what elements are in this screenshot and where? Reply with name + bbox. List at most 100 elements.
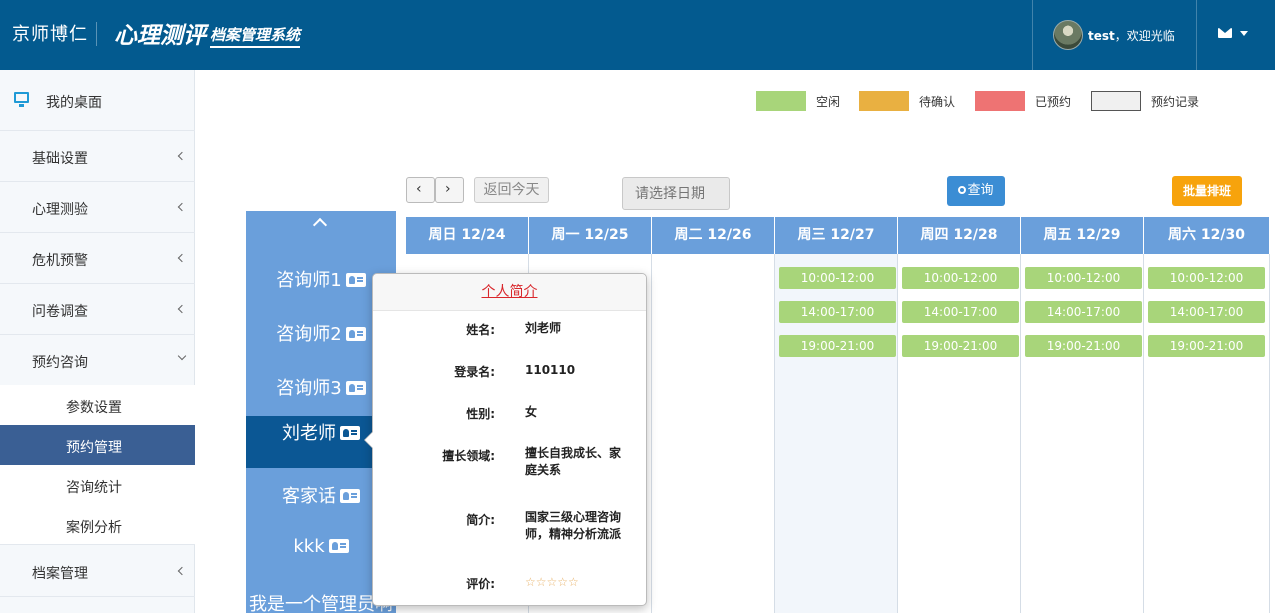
sidebar-subitem-stats[interactable]: 咨询统计: [0, 465, 195, 505]
profile-key: 擅长领域:: [442, 449, 495, 463]
profile-key: 评价:: [466, 577, 495, 591]
chevron-down-icon: [177, 351, 187, 361]
legend-label-booked: 已预约: [1035, 95, 1072, 109]
greeting-text: ，欢迎光临: [1114, 29, 1175, 43]
sidebar-subitem-params[interactable]: 参数设置: [0, 385, 195, 425]
sidebar-item-label: 预约咨询: [32, 355, 88, 371]
user-name: test: [1088, 29, 1115, 43]
profile-value: 女: [525, 405, 538, 419]
chevron-left-icon: [177, 151, 187, 161]
time-slot-free[interactable]: 19:00-21:00: [1148, 335, 1265, 357]
sidebar-item-label: 心理测验: [32, 202, 88, 218]
sidebar-subitem-label: 咨询统计: [66, 480, 122, 496]
time-slot-free[interactable]: 10:00-12:00: [1025, 267, 1142, 289]
counselor-profile-popover: 个人简介 姓名: 刘老师 登录名: 110110 性别: 女 擅长领域: 擅长自…: [364, 273, 647, 606]
user-greeting[interactable]: test，欢迎光临: [1088, 27, 1175, 44]
sidebar-subitem-label: 案例分析: [66, 520, 122, 536]
profile-value: 国家三级心理咨询师，精神分析流派: [525, 510, 622, 541]
legend-swatch-record: [1091, 91, 1141, 111]
chevron-up-icon[interactable]: [312, 217, 328, 233]
id-card-icon[interactable]: [340, 489, 360, 503]
calendar-day-header: 周二 12/26: [652, 217, 775, 254]
counselor-name: kkk: [293, 536, 325, 557]
avatar[interactable]: [1053, 20, 1083, 50]
envelope-icon[interactable]: [1218, 28, 1232, 38]
time-slot-free[interactable]: 14:00-17:00: [1025, 301, 1142, 323]
profile-key: 简介:: [466, 513, 495, 527]
calendar-day-header: 周六 12/30: [1144, 217, 1270, 254]
calendar-day-header: 周日 12/24: [406, 217, 529, 254]
id-card-icon[interactable]: [345, 327, 366, 341]
sidebar-item-label: 档案管理: [32, 566, 88, 582]
time-slot-free[interactable]: 19:00-21:00: [902, 335, 1019, 357]
query-label: 查询: [967, 183, 994, 198]
calendar-day-column[interactable]: [652, 254, 775, 613]
time-slot-free[interactable]: 14:00-17:00: [779, 301, 896, 323]
brand-name: 京师博仁: [12, 24, 88, 45]
back-to-today-button[interactable]: 返回今天: [474, 177, 549, 203]
calendar-day-header: 周四 12/28: [898, 217, 1021, 254]
calendar-day-header: 周五 12/29: [1021, 217, 1144, 254]
sidebar-item-basic-settings[interactable]: 基础设置: [0, 131, 195, 182]
sidebar-subitem-appointment-manage[interactable]: 预约管理: [0, 425, 195, 465]
chevron-left-icon: [177, 202, 187, 212]
sidebar-item-desktop[interactable]: 我的桌面: [0, 70, 195, 131]
sidebar-item-label: 基础设置: [32, 151, 88, 167]
sidebar-item-label: 危机预警: [32, 253, 88, 269]
sidebar-item-survey[interactable]: 问卷调查: [0, 284, 195, 335]
time-slot-free[interactable]: 10:00-12:00: [902, 267, 1019, 289]
caret-down-icon[interactable]: [1240, 31, 1248, 36]
product-title: 心理测评: [114, 23, 206, 49]
time-slot-free[interactable]: 10:00-12:00: [1148, 267, 1265, 289]
monitor-icon: [14, 92, 29, 107]
calendar-day-header: 周三 12/27: [775, 217, 898, 254]
chevron-left-icon: ‹: [416, 181, 422, 197]
profile-key: 性别:: [466, 407, 495, 421]
counselor-name: 客家话: [282, 486, 336, 507]
sidebar-item-psych-test[interactable]: 心理测验: [0, 182, 195, 233]
sidebar-subitem-label: 预约管理: [66, 440, 122, 456]
id-card-icon[interactable]: [345, 273, 366, 287]
chevron-left-icon: [177, 253, 187, 263]
batch-schedule-button[interactable]: 批量排班: [1172, 176, 1242, 206]
legend-label-record: 预约记录: [1151, 95, 1200, 109]
calendar-day-header: 周一 12/25: [529, 217, 652, 254]
profile-key: 登录名:: [454, 365, 495, 379]
sidebar-item-crisis-alert[interactable]: 危机预警: [0, 233, 195, 284]
time-slot-free[interactable]: 14:00-17:00: [902, 301, 1019, 323]
top-header: 京师博仁 心理测评 档案管理系统 test，欢迎光临: [0, 0, 1275, 70]
sidebar-item-archive[interactable]: 档案管理: [0, 546, 195, 597]
query-button[interactable]: 查询: [947, 176, 1005, 206]
id-card-icon[interactable]: [340, 426, 360, 440]
sidebar: 我的桌面 基础设置 心理测验 危机预警 问卷调查 预约咨询 参数设置 预约管理 …: [0, 70, 195, 613]
id-card-icon[interactable]: [345, 381, 366, 395]
sidebar-item-label: 问卷调查: [32, 304, 88, 320]
profile-value: 刘老师: [525, 321, 562, 335]
legend-swatch-pending: [859, 91, 909, 111]
sidebar-subitem-cases[interactable]: 案例分析: [0, 505, 195, 545]
product-subtitle: 档案管理系统: [210, 24, 301, 48]
profile-value: 110110: [525, 363, 576, 377]
popover-title[interactable]: 个人简介: [373, 274, 646, 311]
legend-label-free: 空闲: [816, 95, 841, 109]
time-slot-free[interactable]: 10:00-12:00: [779, 267, 896, 289]
counselor-name: 咨询师1: [276, 270, 342, 291]
counselor-name: 咨询师3: [276, 378, 342, 399]
chevron-left-icon: [177, 304, 187, 314]
id-card-icon[interactable]: [328, 539, 349, 553]
date-picker-input[interactable]: [622, 177, 730, 210]
profile-value: 擅长自我成长、家庭关系: [525, 446, 622, 477]
time-slot-free[interactable]: 14:00-17:00: [1148, 301, 1265, 323]
prev-week-button[interactable]: ‹: [406, 177, 435, 203]
time-slot-free[interactable]: 19:00-21:00: [1025, 335, 1142, 357]
counselor-name: 刘老师: [282, 423, 336, 444]
sidebar-item-appointment[interactable]: 预约咨询: [0, 335, 195, 386]
sidebar-subitem-label: 参数设置: [66, 400, 122, 416]
popover-arrow: [364, 431, 373, 449]
next-week-button[interactable]: ›: [435, 177, 464, 203]
brand-divider: [96, 22, 97, 46]
header-divider: [1196, 0, 1197, 70]
legend-swatch-booked: [975, 91, 1025, 111]
chevron-right-icon: ›: [445, 181, 451, 197]
time-slot-free[interactable]: 19:00-21:00: [779, 335, 896, 357]
